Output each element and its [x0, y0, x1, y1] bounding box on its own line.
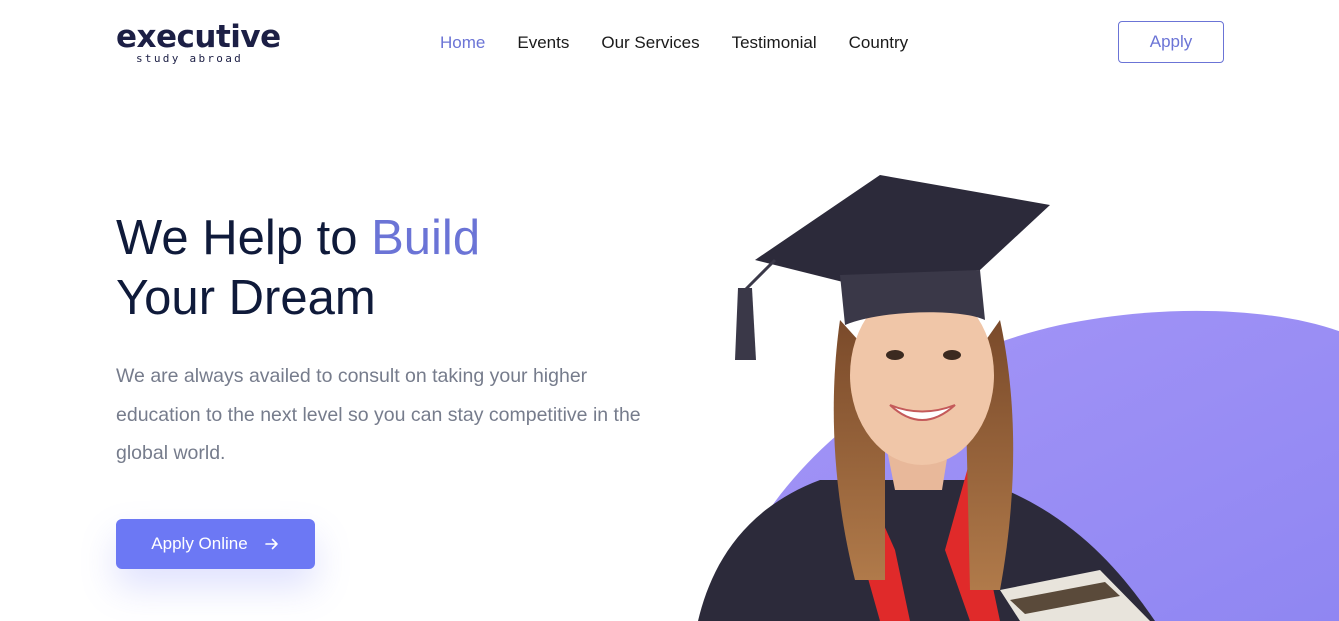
- hero-title-accent: Build: [371, 211, 481, 265]
- apply-online-label: Apply Online: [151, 534, 248, 553]
- hero-title-part1: We Help to: [116, 211, 372, 265]
- logo-tagline: study abroad: [136, 52, 244, 65]
- arrow-right-icon: [264, 538, 278, 550]
- nav-home[interactable]: Home: [440, 32, 485, 54]
- hero-title: We Help to Build Your Dream: [116, 208, 480, 328]
- apply-online-button[interactable]: Apply Online: [116, 519, 315, 569]
- nav-events[interactable]: Events: [517, 32, 569, 54]
- logo-wordmark: executive: [116, 19, 281, 55]
- hero-illustration: [680, 150, 1339, 621]
- nav-testimonial[interactable]: Testimonial: [732, 32, 817, 54]
- graduate-student-image: [698, 175, 1339, 621]
- site-logo[interactable]: executive study abroad: [116, 18, 281, 70]
- hero-title-part2: Your Dream: [116, 271, 376, 325]
- main-nav: Home Events Our Services Testimonial Cou…: [440, 32, 940, 54]
- nav-country[interactable]: Country: [849, 32, 909, 54]
- apply-button[interactable]: Apply: [1118, 21, 1224, 63]
- nav-our-services[interactable]: Our Services: [601, 32, 699, 54]
- mortarboard-cap: [755, 175, 1050, 285]
- hero-description: We are always availed to consult on taki…: [116, 365, 641, 464]
